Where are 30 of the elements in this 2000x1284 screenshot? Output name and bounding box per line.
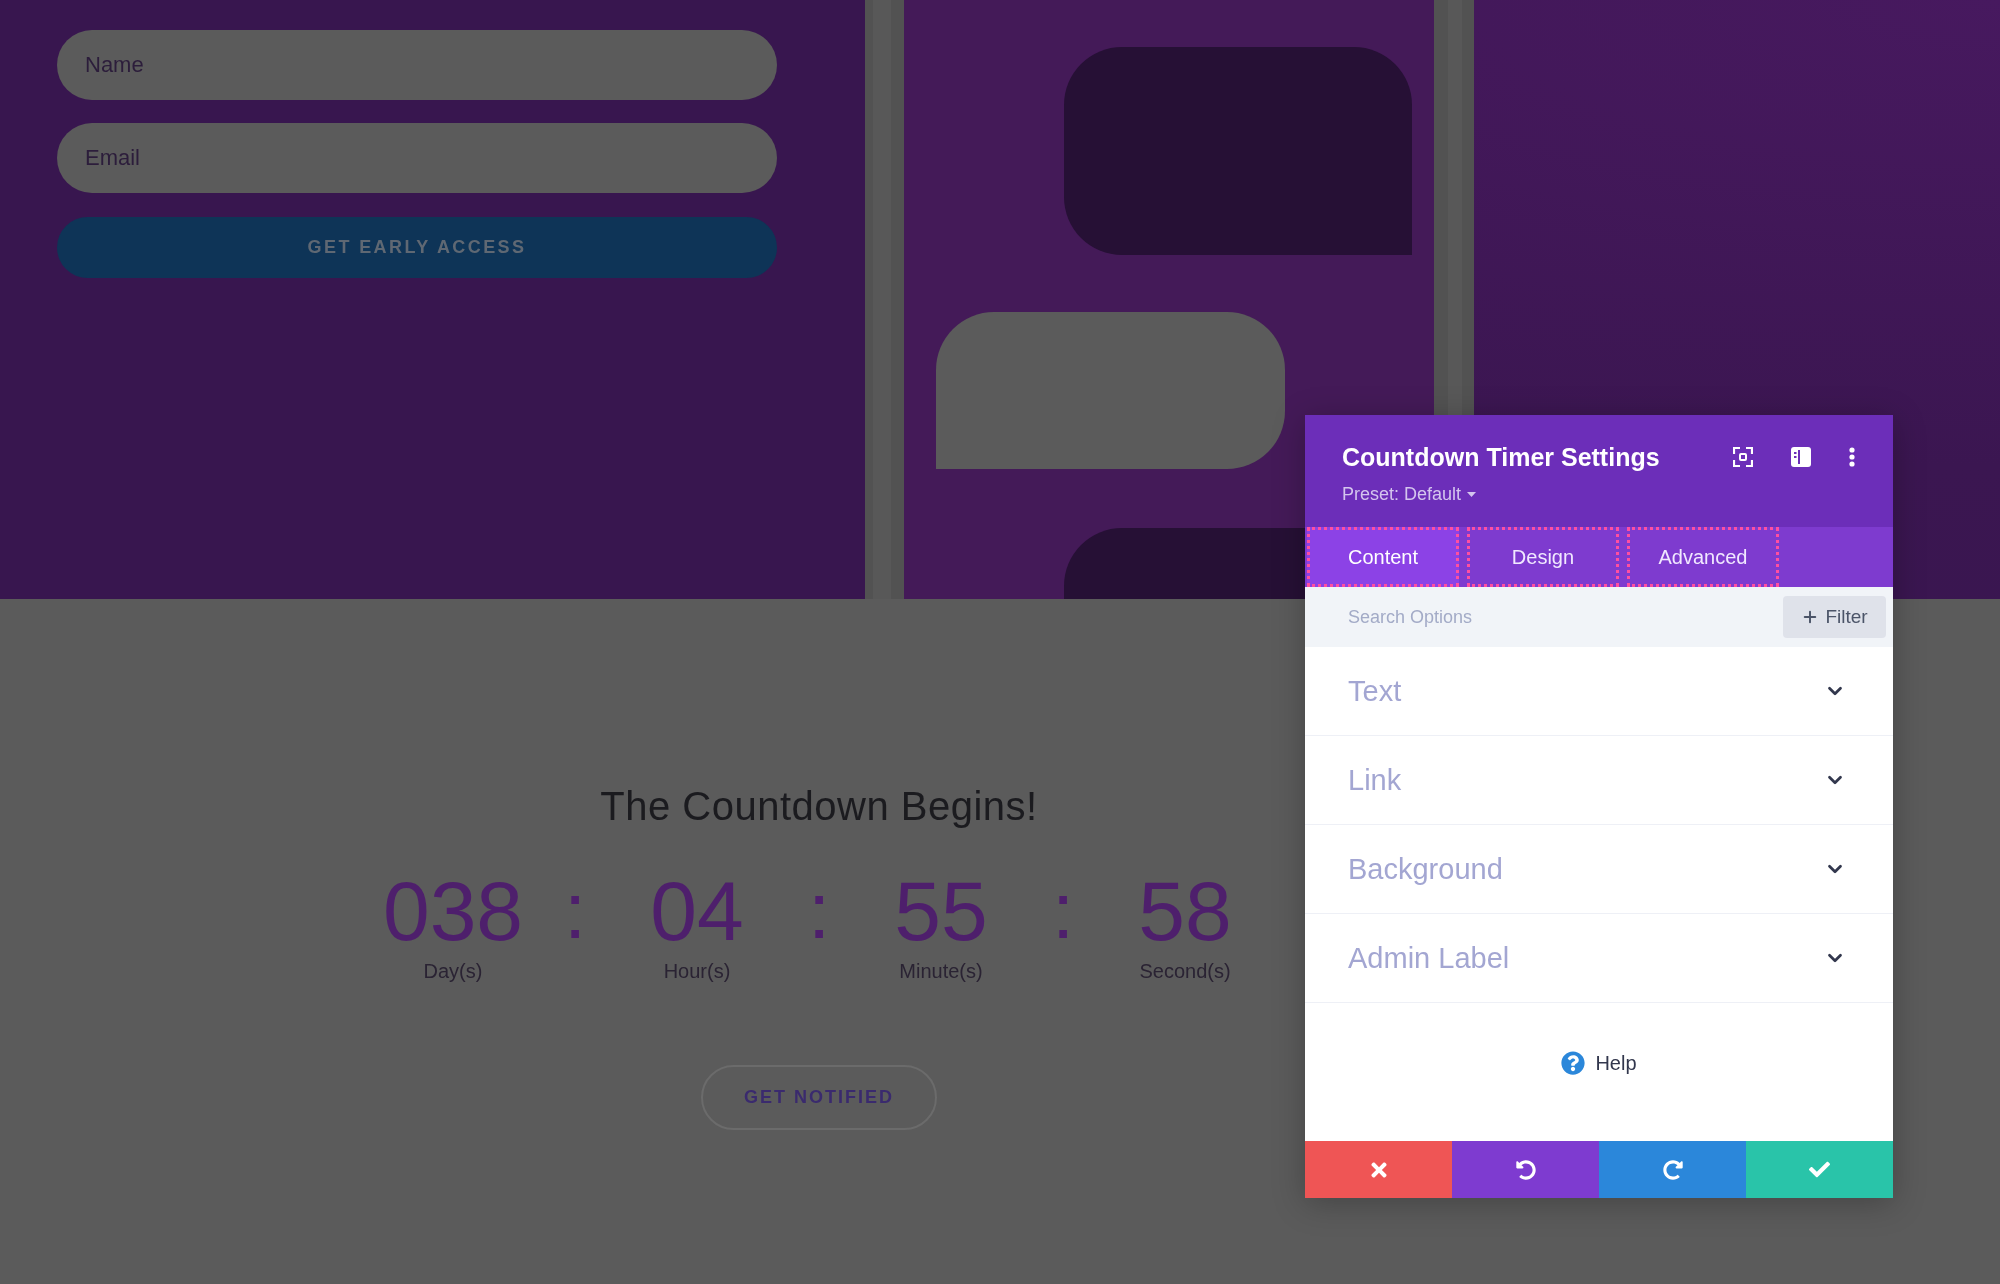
filter-button[interactable]: Filter xyxy=(1783,596,1886,638)
countdown-label: Second(s) xyxy=(1139,959,1231,983)
countdown-value: 58 xyxy=(1138,869,1232,953)
countdown-value: 55 xyxy=(894,869,988,953)
email-field[interactable]: Email xyxy=(57,123,777,193)
panel-title: Countdown Timer Settings xyxy=(1342,442,1660,473)
undo-icon xyxy=(1515,1159,1536,1180)
more-options-icon[interactable] xyxy=(1849,447,1855,467)
countdown-heading: The Countdown Begins! xyxy=(600,783,1038,830)
help-link[interactable]: Help xyxy=(1561,1051,1637,1075)
countdown-separator: : xyxy=(562,869,588,957)
countdown-label: Minute(s) xyxy=(899,959,983,983)
countdown-separator: : xyxy=(1050,869,1076,957)
redo-button[interactable] xyxy=(1599,1141,1746,1198)
countdown-value: 04 xyxy=(650,869,744,953)
help-icon xyxy=(1561,1051,1586,1075)
redo-icon xyxy=(1662,1159,1683,1180)
settings-tab[interactable]: Content xyxy=(1307,527,1459,587)
countdown-label: Day(s) xyxy=(423,959,483,983)
undo-button[interactable] xyxy=(1452,1141,1599,1198)
countdown-label: Hour(s) xyxy=(663,959,731,983)
preset-dropdown[interactable]: Preset: Default xyxy=(1342,482,1477,506)
fullscreen-icon[interactable] xyxy=(1733,447,1753,467)
countdown-value: 038 xyxy=(382,869,524,953)
name-field[interactable]: Name xyxy=(57,30,777,100)
countdown-separator: : xyxy=(806,869,832,957)
split-view-icon[interactable] xyxy=(1791,447,1811,467)
search-field[interactable]: Search Options xyxy=(1348,606,1648,628)
caret-icon xyxy=(1467,491,1477,497)
check-icon xyxy=(1809,1159,1830,1180)
